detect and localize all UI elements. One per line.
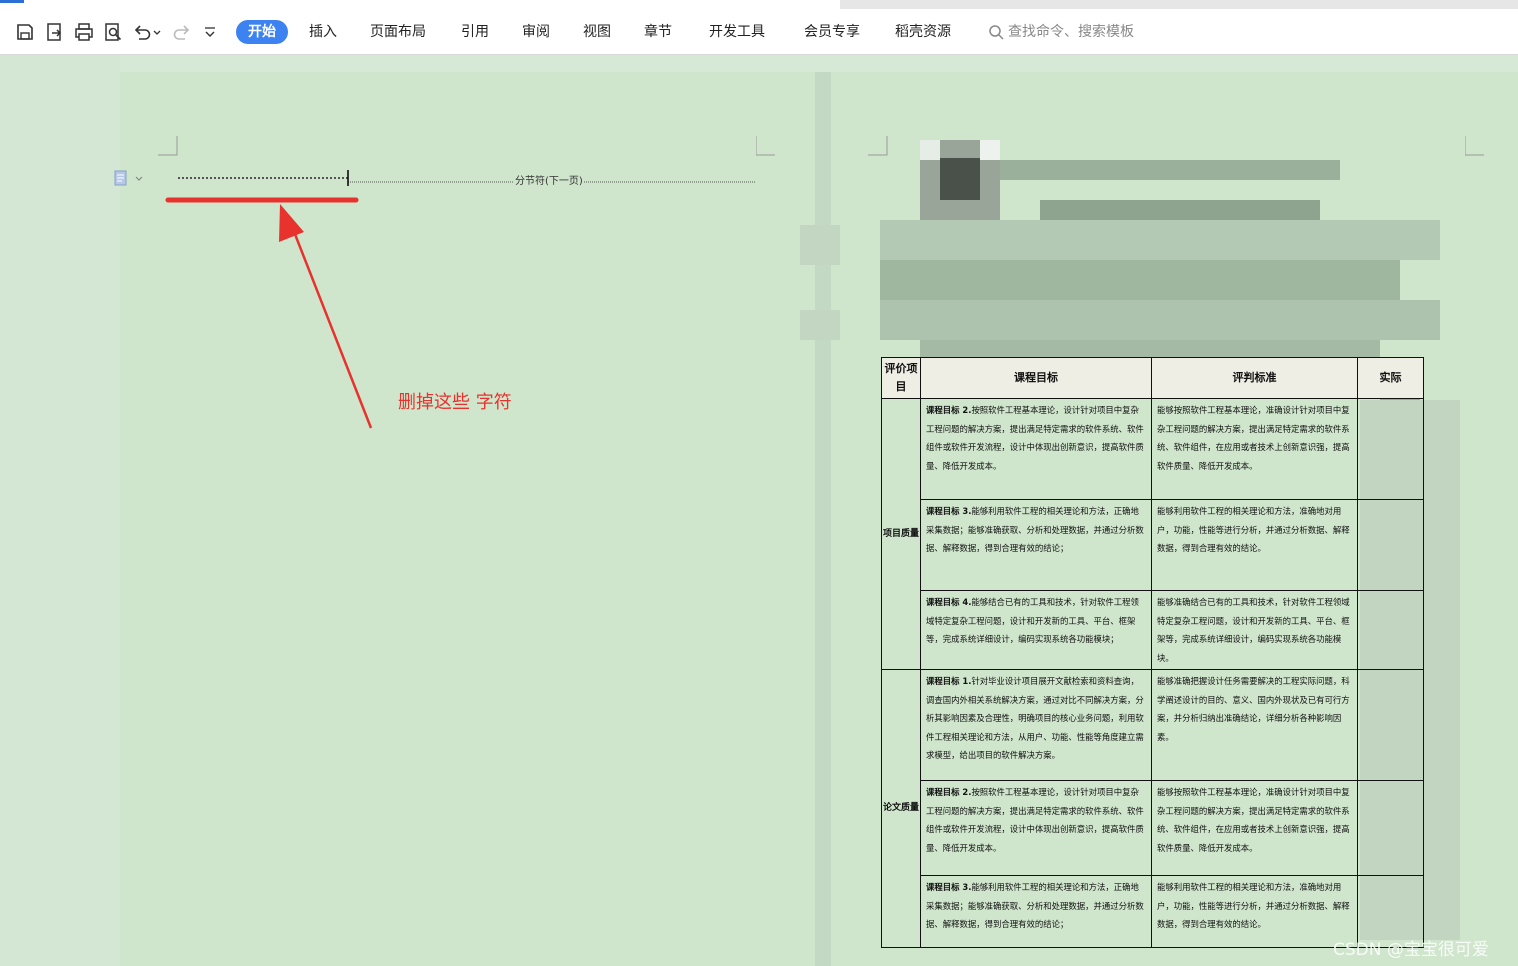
table-header-goal: 课程目标 (920, 357, 1152, 399)
margin-corner-mark (1465, 136, 1484, 156)
margin-corner-mark (868, 136, 888, 156)
annotation-arrow (165, 197, 373, 429)
margin-corner-mark (158, 136, 178, 156)
table-header-item: 评价项目 (881, 357, 921, 399)
tab-section[interactable]: 章节 (644, 20, 672, 44)
evaluation-table: 评价项目 课程目标 评判标准 实际 项目质量 课程目标 2.按照软件工程基本理论… (881, 357, 1424, 948)
command-search[interactable]: 查找命令、搜索模板 (988, 20, 1134, 44)
search-icon (989, 25, 1004, 40)
table-row: 项目质量 课程目标 2.按照软件工程基本理论，设计针对项目中复杂工程问题的解决方… (881, 398, 1424, 670)
save-icon[interactable] (14, 21, 36, 43)
search-placeholder: 查找命令、搜索模板 (1008, 24, 1134, 40)
tab-home[interactable]: 开始 (236, 20, 288, 44)
tab-view[interactable]: 视图 (583, 20, 611, 44)
table-header-standard: 评判标准 (1151, 357, 1358, 399)
print-icon[interactable] (73, 21, 95, 43)
paragraph-layout-icon[interactable] (112, 170, 148, 188)
tab-references[interactable]: 引用 (461, 20, 489, 44)
redo-icon[interactable] (171, 21, 193, 43)
annotation-text: 删掉这些 字符 (398, 392, 512, 413)
app-accent-mark (0, 0, 24, 3)
tab-developer[interactable]: 开发工具 (709, 20, 765, 44)
tab-review[interactable]: 审阅 (522, 20, 550, 44)
title-bar-strip (0, 0, 1518, 9)
table-row: 课程目标 4.能够结合已有的工具和技术，针对软件工程领域特定复杂工程问题，设计和… (882, 590, 1424, 670)
watermark: CSDN @宝宝很可爱 (1333, 940, 1489, 960)
title-bar-region (840, 0, 1518, 9)
tab-insert[interactable]: 插入 (309, 20, 337, 44)
undo-icon[interactable] (131, 21, 153, 43)
more-dropdown-icon[interactable] (202, 21, 218, 43)
table-row: 课程目标 3.能够利用软件工程的相关理论和方法，正确地采集数据；能够准确获取、分… (882, 499, 1424, 591)
category-thesis-quality: 论文质量 (881, 669, 921, 948)
print-preview-icon[interactable] (102, 21, 124, 43)
undo-dropdown-icon[interactable] (152, 21, 162, 43)
export-pdf-icon[interactable] (44, 21, 66, 43)
section-break-label: 分节符(下一页) (514, 172, 584, 187)
tab-page-layout[interactable]: 页面布局 (370, 20, 426, 44)
table-row: 课程目标 2.按照软件工程基本理论，设计针对项目中复杂工程问题的解决方案，提出满… (882, 780, 1424, 876)
ribbon-toolbar: 开始 插入 页面布局 引用 审阅 视图 章节 开发工具 会员专享 稻壳资源 查找… (0, 9, 1518, 55)
page-gap (815, 72, 831, 966)
table-row: 论文质量 课程目标 1.针对毕业设计项目展开文献检索和资料查询，调查国内外相关系… (881, 669, 1424, 948)
left-navigation-pane (0, 55, 120, 966)
category-project-quality: 项目质量 (881, 398, 921, 670)
tab-docer-resources[interactable]: 稻壳资源 (895, 20, 951, 44)
margin-corner-mark (756, 136, 775, 156)
table-header-actual: 实际 (1357, 357, 1424, 399)
tab-member[interactable]: 会员专享 (804, 20, 860, 44)
